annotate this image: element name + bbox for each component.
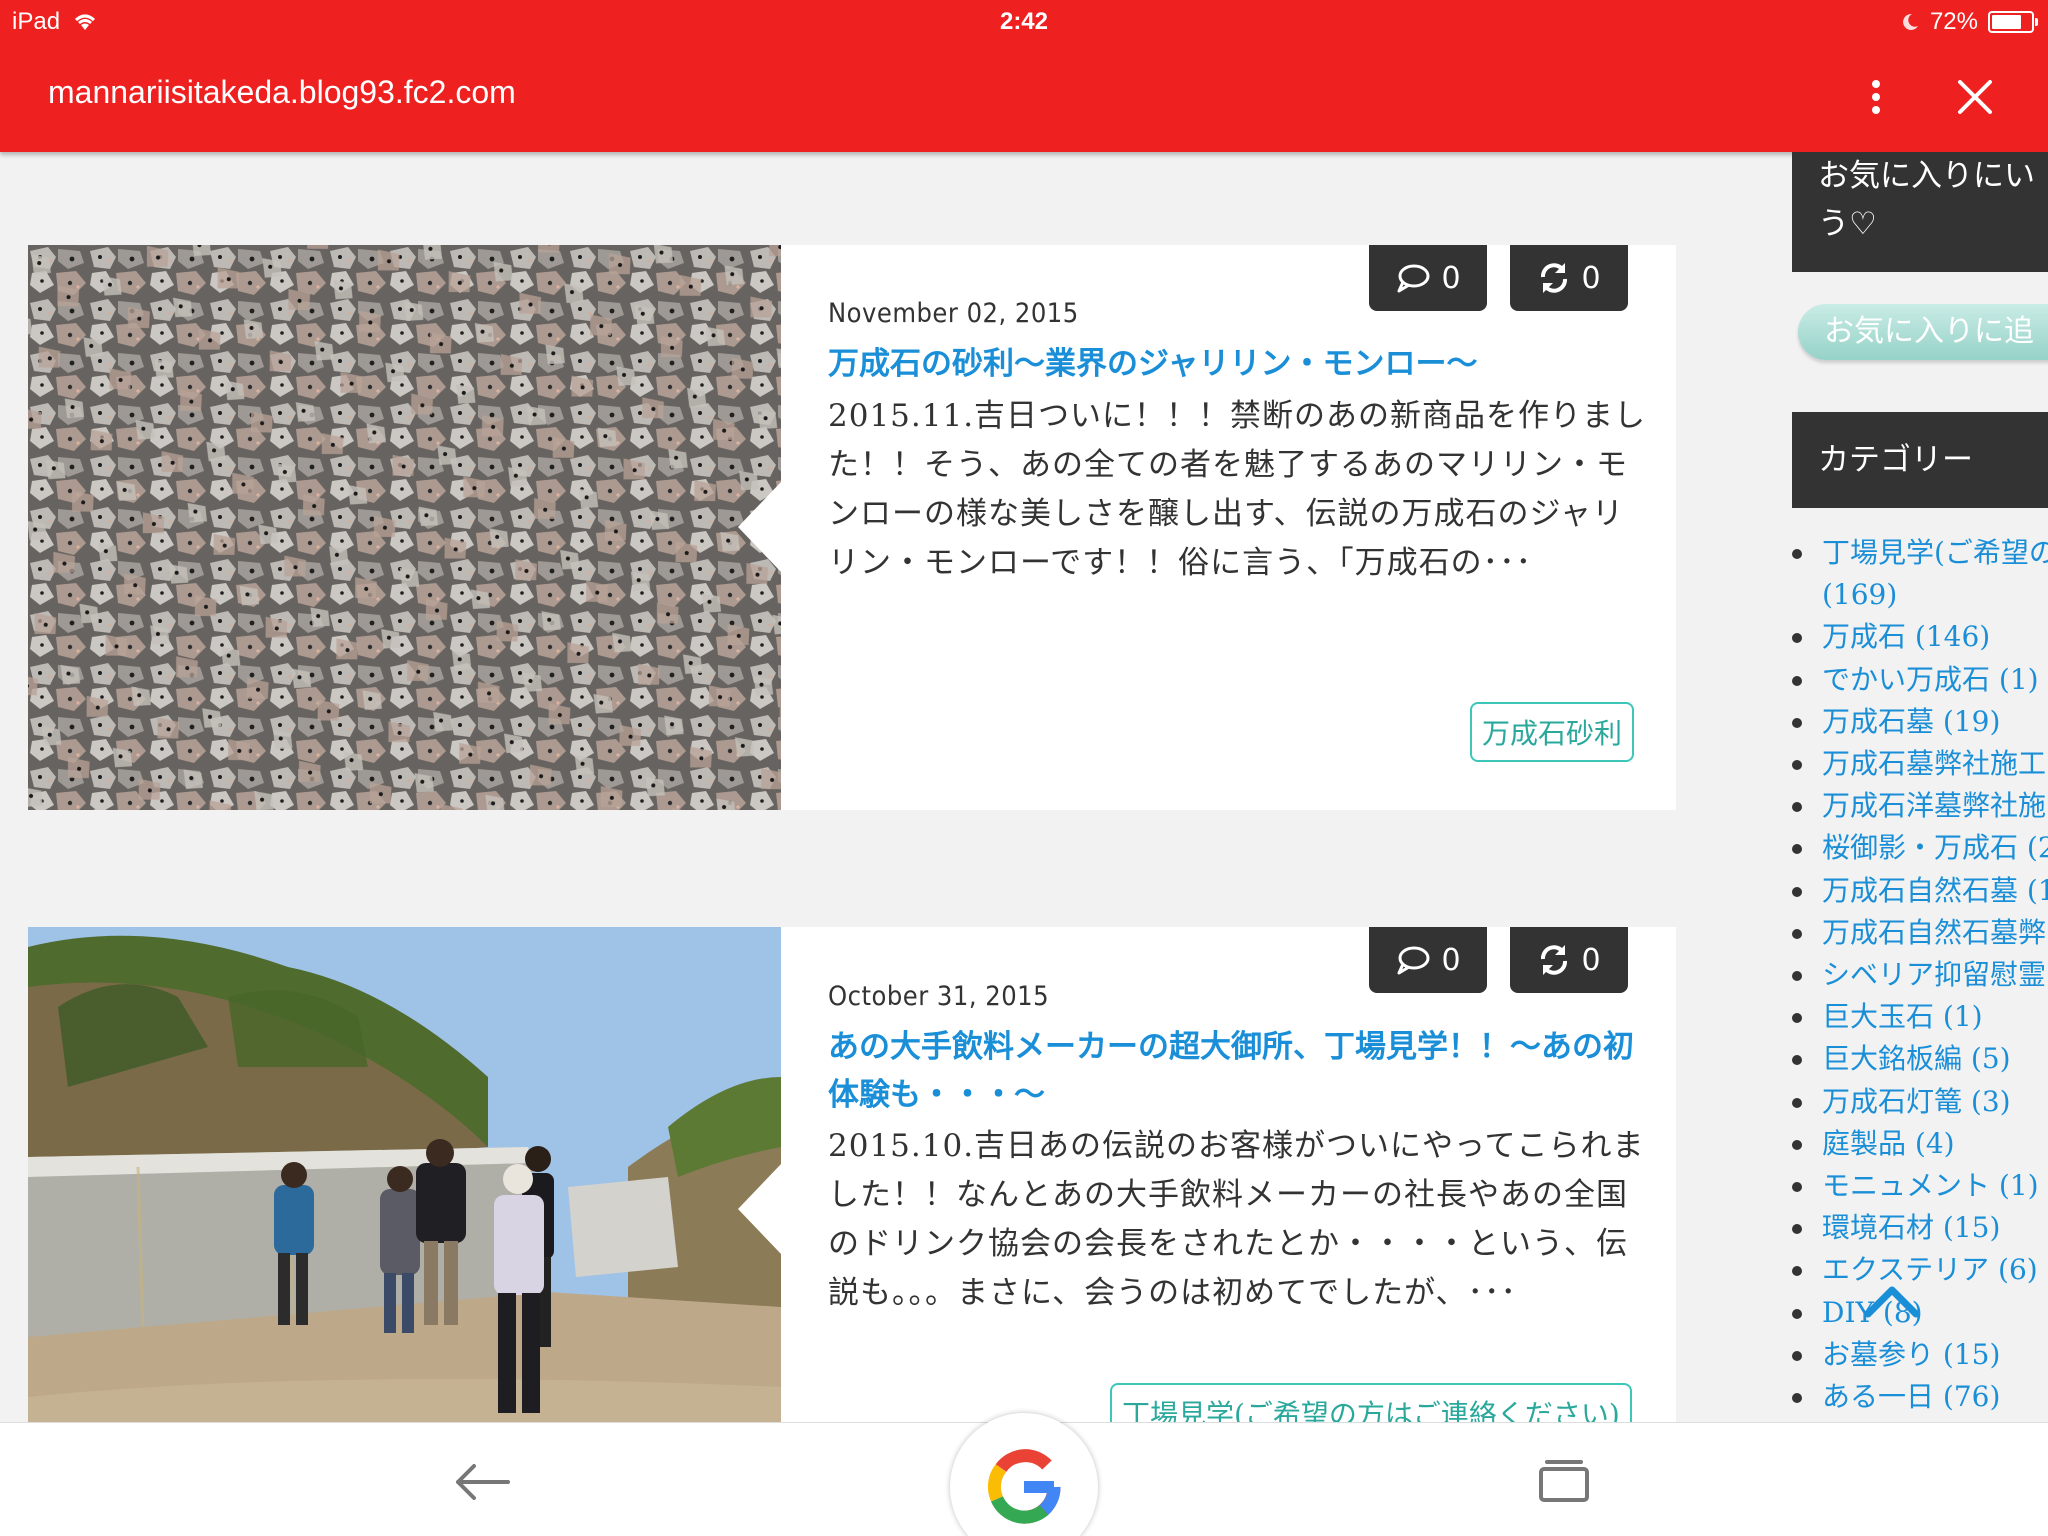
category-item[interactable]: 庭製品 (4) <box>1792 1123 2048 1165</box>
retweet-icon <box>1541 263 1568 293</box>
post-excerpt: 2015.10.吉日あの伝説のお客様がついにやってこられました！！なんとあの大手… <box>828 1128 1645 1311</box>
post-thumbnail[interactable] <box>28 245 781 810</box>
battery-icon <box>1988 11 2038 33</box>
category-item[interactable]: 万成石墓弊社施工 <box>1792 743 2048 785</box>
category-item[interactable]: でかい万成石 (1) <box>1792 659 2048 701</box>
post-title-link[interactable]: あの大手飲料メーカーの超大御所、丁場見学！！〜あの初体験も・・・〜 <box>828 1023 1648 1119</box>
category-item[interactable]: お墓参り (15) <box>1792 1334 2048 1376</box>
category-item[interactable]: 万成石洋墓弊社施 <box>1792 785 2048 827</box>
comment-count-button[interactable]: 0 <box>1369 927 1487 993</box>
moon-icon <box>1903 13 1918 30</box>
retweet-count: 0 <box>1581 260 1601 296</box>
url-text[interactable]: mannariisitakeda.blog93.fc2.com <box>48 74 516 111</box>
category-item[interactable]: シベリア抑留慰霊 <box>1792 954 2048 996</box>
google-search-button[interactable] <box>950 1413 1098 1536</box>
category-item[interactable]: 巨大銘板編 (5) <box>1792 1038 2048 1080</box>
post-card: 0 0 November 02, 2015 万成石の砂利〜業界のジャリリン・モン… <box>28 245 1676 810</box>
clock: 2:42 <box>999 8 1049 35</box>
comment-icon <box>1397 946 1430 975</box>
tabs-icon[interactable] <box>1538 1457 1590 1503</box>
comment-icon <box>1397 264 1430 293</box>
category-item[interactable]: 環境石材 (15) <box>1792 1207 2048 1249</box>
category-item[interactable]: 丁場見学(ご希望の (169) <box>1792 532 2048 616</box>
battery-percent: 72% <box>1929 8 1978 35</box>
custom-tab-toolbar: mannariisitakeda.blog93.fc2.com <box>0 42 2048 152</box>
google-icon <box>987 1449 1061 1524</box>
category-item[interactable]: 万成石自然石墓弊 <box>1792 912 2048 954</box>
comment-count: 0 <box>1441 260 1461 296</box>
add-favorite-button[interactable]: お気に入りに追 <box>1798 304 2048 360</box>
close-icon[interactable] <box>1950 72 2000 122</box>
status-bar: iPad 2:42 72% <box>0 0 2048 42</box>
favorite-prompt: お気に入りにい う♡ <box>1792 152 2048 272</box>
category-heading: カテゴリー <box>1792 412 2048 508</box>
category-item[interactable]: 桜御影・万成石 (2 <box>1792 827 2048 869</box>
category-item[interactable]: 万成石自然石墓 (1 <box>1792 870 2048 912</box>
post-tag-link[interactable]: 万成石砂利 <box>1470 702 1635 762</box>
category-item[interactable]: 巨大玉石 (1) <box>1792 996 2048 1038</box>
retweet-count-button[interactable]: 0 <box>1510 927 1628 993</box>
retweet-count: 0 <box>1581 942 1601 978</box>
retweet-icon <box>1541 945 1568 975</box>
comment-count-button[interactable]: 0 <box>1369 245 1487 311</box>
scroll-top-icon[interactable] <box>1862 1280 1922 1320</box>
post-date: October 31, 2015 <box>828 981 1050 1012</box>
sidebar: お気に入りにい う♡ お気に入りに追 カテゴリー 丁場見学(ご希望の (169) … <box>1792 152 2048 1422</box>
post-excerpt: 2015.11.吉日ついに！！！禁断のあの新商品を作りました！！そう、あの全ての… <box>828 398 1647 581</box>
more-vert-icon[interactable] <box>1860 72 1892 122</box>
post-date: November 02, 2015 <box>828 298 1079 329</box>
back-arrow-icon[interactable] <box>452 1457 512 1507</box>
category-item[interactable]: 万成石墓 (19) <box>1792 701 2048 743</box>
post-title-link[interactable]: 万成石の砂利〜業界のジャリリン・モンロー〜 <box>828 340 1648 388</box>
retweet-count-button[interactable]: 0 <box>1510 245 1628 311</box>
bottom-nav-bar <box>0 1413 2048 1536</box>
category-item[interactable]: ある一日 (76) <box>1792 1376 2048 1418</box>
category-item[interactable]: モニュメント (1) <box>1792 1165 2048 1207</box>
comment-count: 0 <box>1441 942 1461 978</box>
category-item[interactable]: 万成石 (146) <box>1792 616 2048 658</box>
category-item[interactable]: 万成石灯篭 (3) <box>1792 1081 2048 1123</box>
